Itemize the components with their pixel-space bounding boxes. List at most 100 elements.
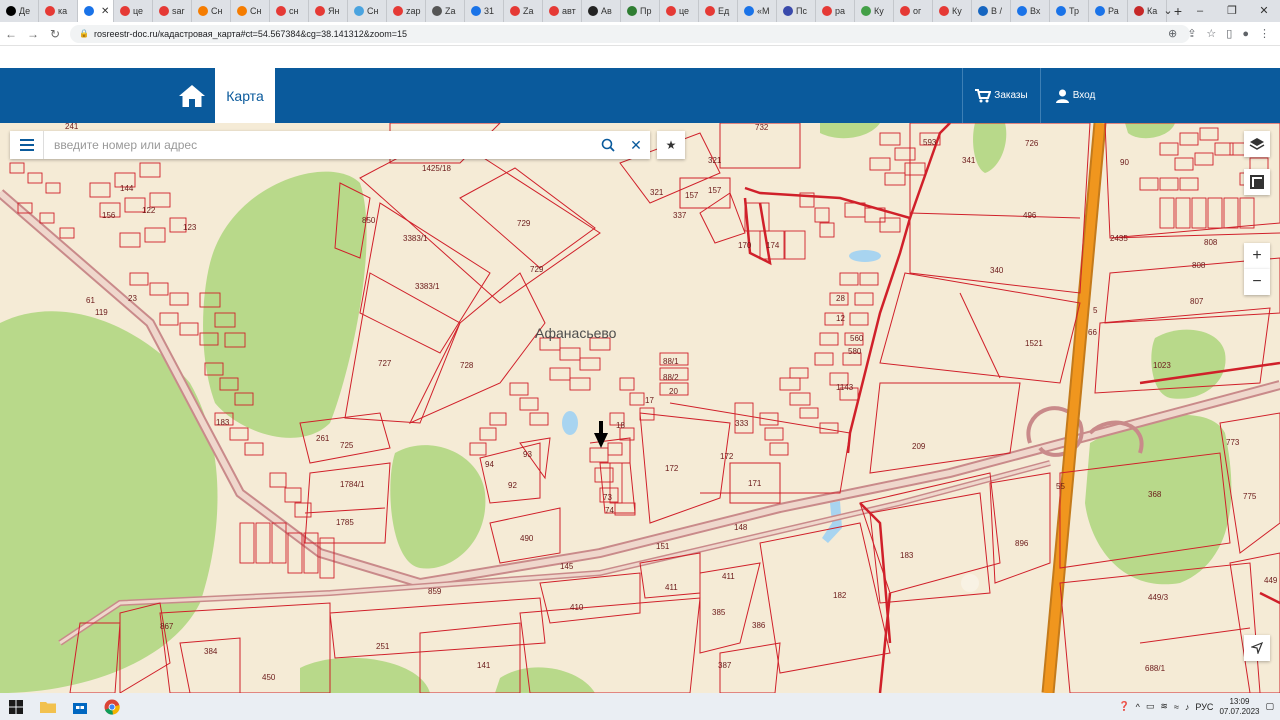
browser-tab[interactable]: Ку: [855, 0, 894, 22]
chrome-taskbar-button[interactable]: [96, 693, 128, 720]
browser-tab[interactable]: 31: [465, 0, 504, 22]
browser-tab[interactable]: zap: [387, 0, 426, 22]
search-box: ✕: [10, 131, 650, 159]
browser-tab[interactable]: sar: [153, 0, 192, 22]
browser-tab[interactable]: Ед: [699, 0, 738, 22]
tab-favicon-icon: [705, 6, 715, 16]
tab-label: Сн: [250, 6, 262, 16]
close-icon: ✕: [630, 136, 642, 153]
wifi-icon[interactable]: ≈: [1174, 702, 1179, 712]
parcel-label: 773: [1226, 438, 1240, 447]
tab-search-icon[interactable]: ⌄: [1152, 0, 1184, 22]
search-input[interactable]: [44, 132, 594, 158]
parcel-label: 387: [718, 661, 732, 670]
back-icon[interactable]: ←: [0, 27, 22, 41]
browser-tab[interactable]: Ян: [309, 0, 348, 22]
show-hidden-icons[interactable]: ^: [1136, 702, 1140, 712]
fullscreen-button[interactable]: [1244, 169, 1270, 195]
browser-tab[interactable]: Сн: [231, 0, 270, 22]
favorites-button[interactable]: ★: [657, 131, 685, 159]
volume-icon[interactable]: ♪: [1185, 702, 1190, 712]
browser-tab[interactable]: ка: [39, 0, 78, 22]
parcel-label: 145: [560, 562, 574, 571]
browser-tab[interactable]: Za: [426, 0, 465, 22]
search-button[interactable]: [594, 131, 622, 159]
sidebar-icon[interactable]: ▯: [1226, 25, 1232, 43]
parcel-label: 449/3: [1148, 593, 1169, 602]
browser-tab[interactable]: Ра: [1089, 0, 1128, 22]
browser-tab[interactable]: Вх: [1011, 0, 1050, 22]
tab-label: Де: [19, 6, 31, 16]
file-explorer-button[interactable]: [32, 693, 64, 720]
tab-favicon-icon: [432, 6, 442, 16]
browser-tab[interactable]: Де: [0, 0, 39, 22]
start-button[interactable]: [0, 693, 32, 720]
menu-button[interactable]: [10, 131, 44, 159]
login-label: Вход: [1072, 90, 1096, 101]
browser-tab[interactable]: «М: [738, 0, 777, 22]
browser-tab[interactable]: сн: [270, 0, 309, 22]
share-icon[interactable]: ⇪: [1187, 25, 1196, 43]
window-close-icon[interactable]: ✕: [1248, 0, 1280, 22]
tab-label: ра: [835, 6, 846, 16]
layers-button[interactable]: [1244, 131, 1270, 157]
browser-tab[interactable]: Сн: [348, 0, 387, 22]
tab-label: Ав: [601, 6, 612, 16]
browser-tab[interactable]: Сн: [192, 0, 231, 22]
browser-tab[interactable]: ✕: [78, 0, 114, 22]
zoom-out-button[interactable]: −: [1244, 269, 1270, 295]
parcel-label: 251: [376, 642, 390, 651]
tab-favicon-icon: [84, 6, 94, 16]
browser-tab[interactable]: ра: [816, 0, 855, 22]
zoom-icon[interactable]: ⊕: [1168, 25, 1177, 43]
parcel-label: 867: [160, 622, 174, 631]
clear-search-button[interactable]: ✕: [622, 131, 650, 159]
home-button[interactable]: [170, 68, 214, 123]
geolocate-button[interactable]: [1244, 635, 1270, 661]
browser-tab[interactable]: авт: [543, 0, 582, 22]
browser-tab[interactable]: Ав: [582, 0, 621, 22]
browser-tab[interactable]: Пр: [621, 0, 660, 22]
tab-favicon-icon: [510, 6, 520, 16]
browser-tab[interactable]: це: [114, 0, 153, 22]
parcel-label: 261: [316, 434, 330, 443]
tab-map[interactable]: Карта: [215, 68, 275, 123]
battery-icon[interactable]: ▭: [1146, 701, 1155, 712]
bookmark-star-icon[interactable]: ☆: [1206, 25, 1216, 43]
browser-tab[interactable]: В /: [972, 0, 1011, 22]
tab-favicon-icon: [822, 6, 832, 16]
reload-icon[interactable]: ↻: [44, 27, 66, 41]
browser-tab[interactable]: Тр: [1050, 0, 1089, 22]
zoom-in-button[interactable]: +: [1244, 243, 1270, 269]
tab-label: Пс: [796, 6, 807, 16]
parcel-label: 341: [962, 156, 976, 165]
profile-icon[interactable]: ●: [1242, 25, 1249, 43]
tab-favicon-icon: [393, 6, 403, 16]
address-bar[interactable]: 🔒 rosreestr-doc.ru/кадастровая_карта#ct=…: [70, 25, 1190, 43]
parcel-label: 496: [1023, 211, 1037, 220]
tab-close-icon[interactable]: ✕: [101, 6, 109, 17]
help-icon[interactable]: ❓: [1118, 701, 1129, 712]
login-button[interactable]: Вход: [1040, 68, 1110, 123]
browser-tab[interactable]: ог: [894, 0, 933, 22]
input-language[interactable]: РУС: [1195, 702, 1213, 712]
browser-tab[interactable]: Пс: [777, 0, 816, 22]
restore-icon[interactable]: ❐: [1216, 0, 1248, 22]
forward-icon[interactable]: →: [22, 27, 44, 41]
minimize-icon[interactable]: –: [1184, 0, 1216, 22]
browser-tab[interactable]: Ку: [933, 0, 972, 22]
clock[interactable]: 13:09 07.07.2023: [1219, 697, 1259, 717]
store-button[interactable]: [64, 693, 96, 720]
home-icon: [179, 84, 205, 107]
network-icon[interactable]: ≋: [1160, 701, 1168, 712]
map-canvas[interactable]: Афанасьево 732 593 726 90 321 321 157 15…: [0, 123, 1280, 693]
notifications-icon[interactable]: ▢: [1265, 701, 1274, 712]
tab-favicon-icon: [861, 6, 871, 16]
tab-favicon-icon: [783, 6, 793, 16]
browser-menu-icon[interactable]: ⋮: [1259, 25, 1270, 43]
orders-button[interactable]: Заказы: [962, 68, 1040, 123]
browser-tab[interactable]: Za: [504, 0, 543, 22]
cadastral-map[interactable]: Афанасьево 732 593 726 90 321 321 157 15…: [0, 123, 1280, 693]
parcel-label: 157: [685, 191, 699, 200]
browser-tab[interactable]: це: [660, 0, 699, 22]
